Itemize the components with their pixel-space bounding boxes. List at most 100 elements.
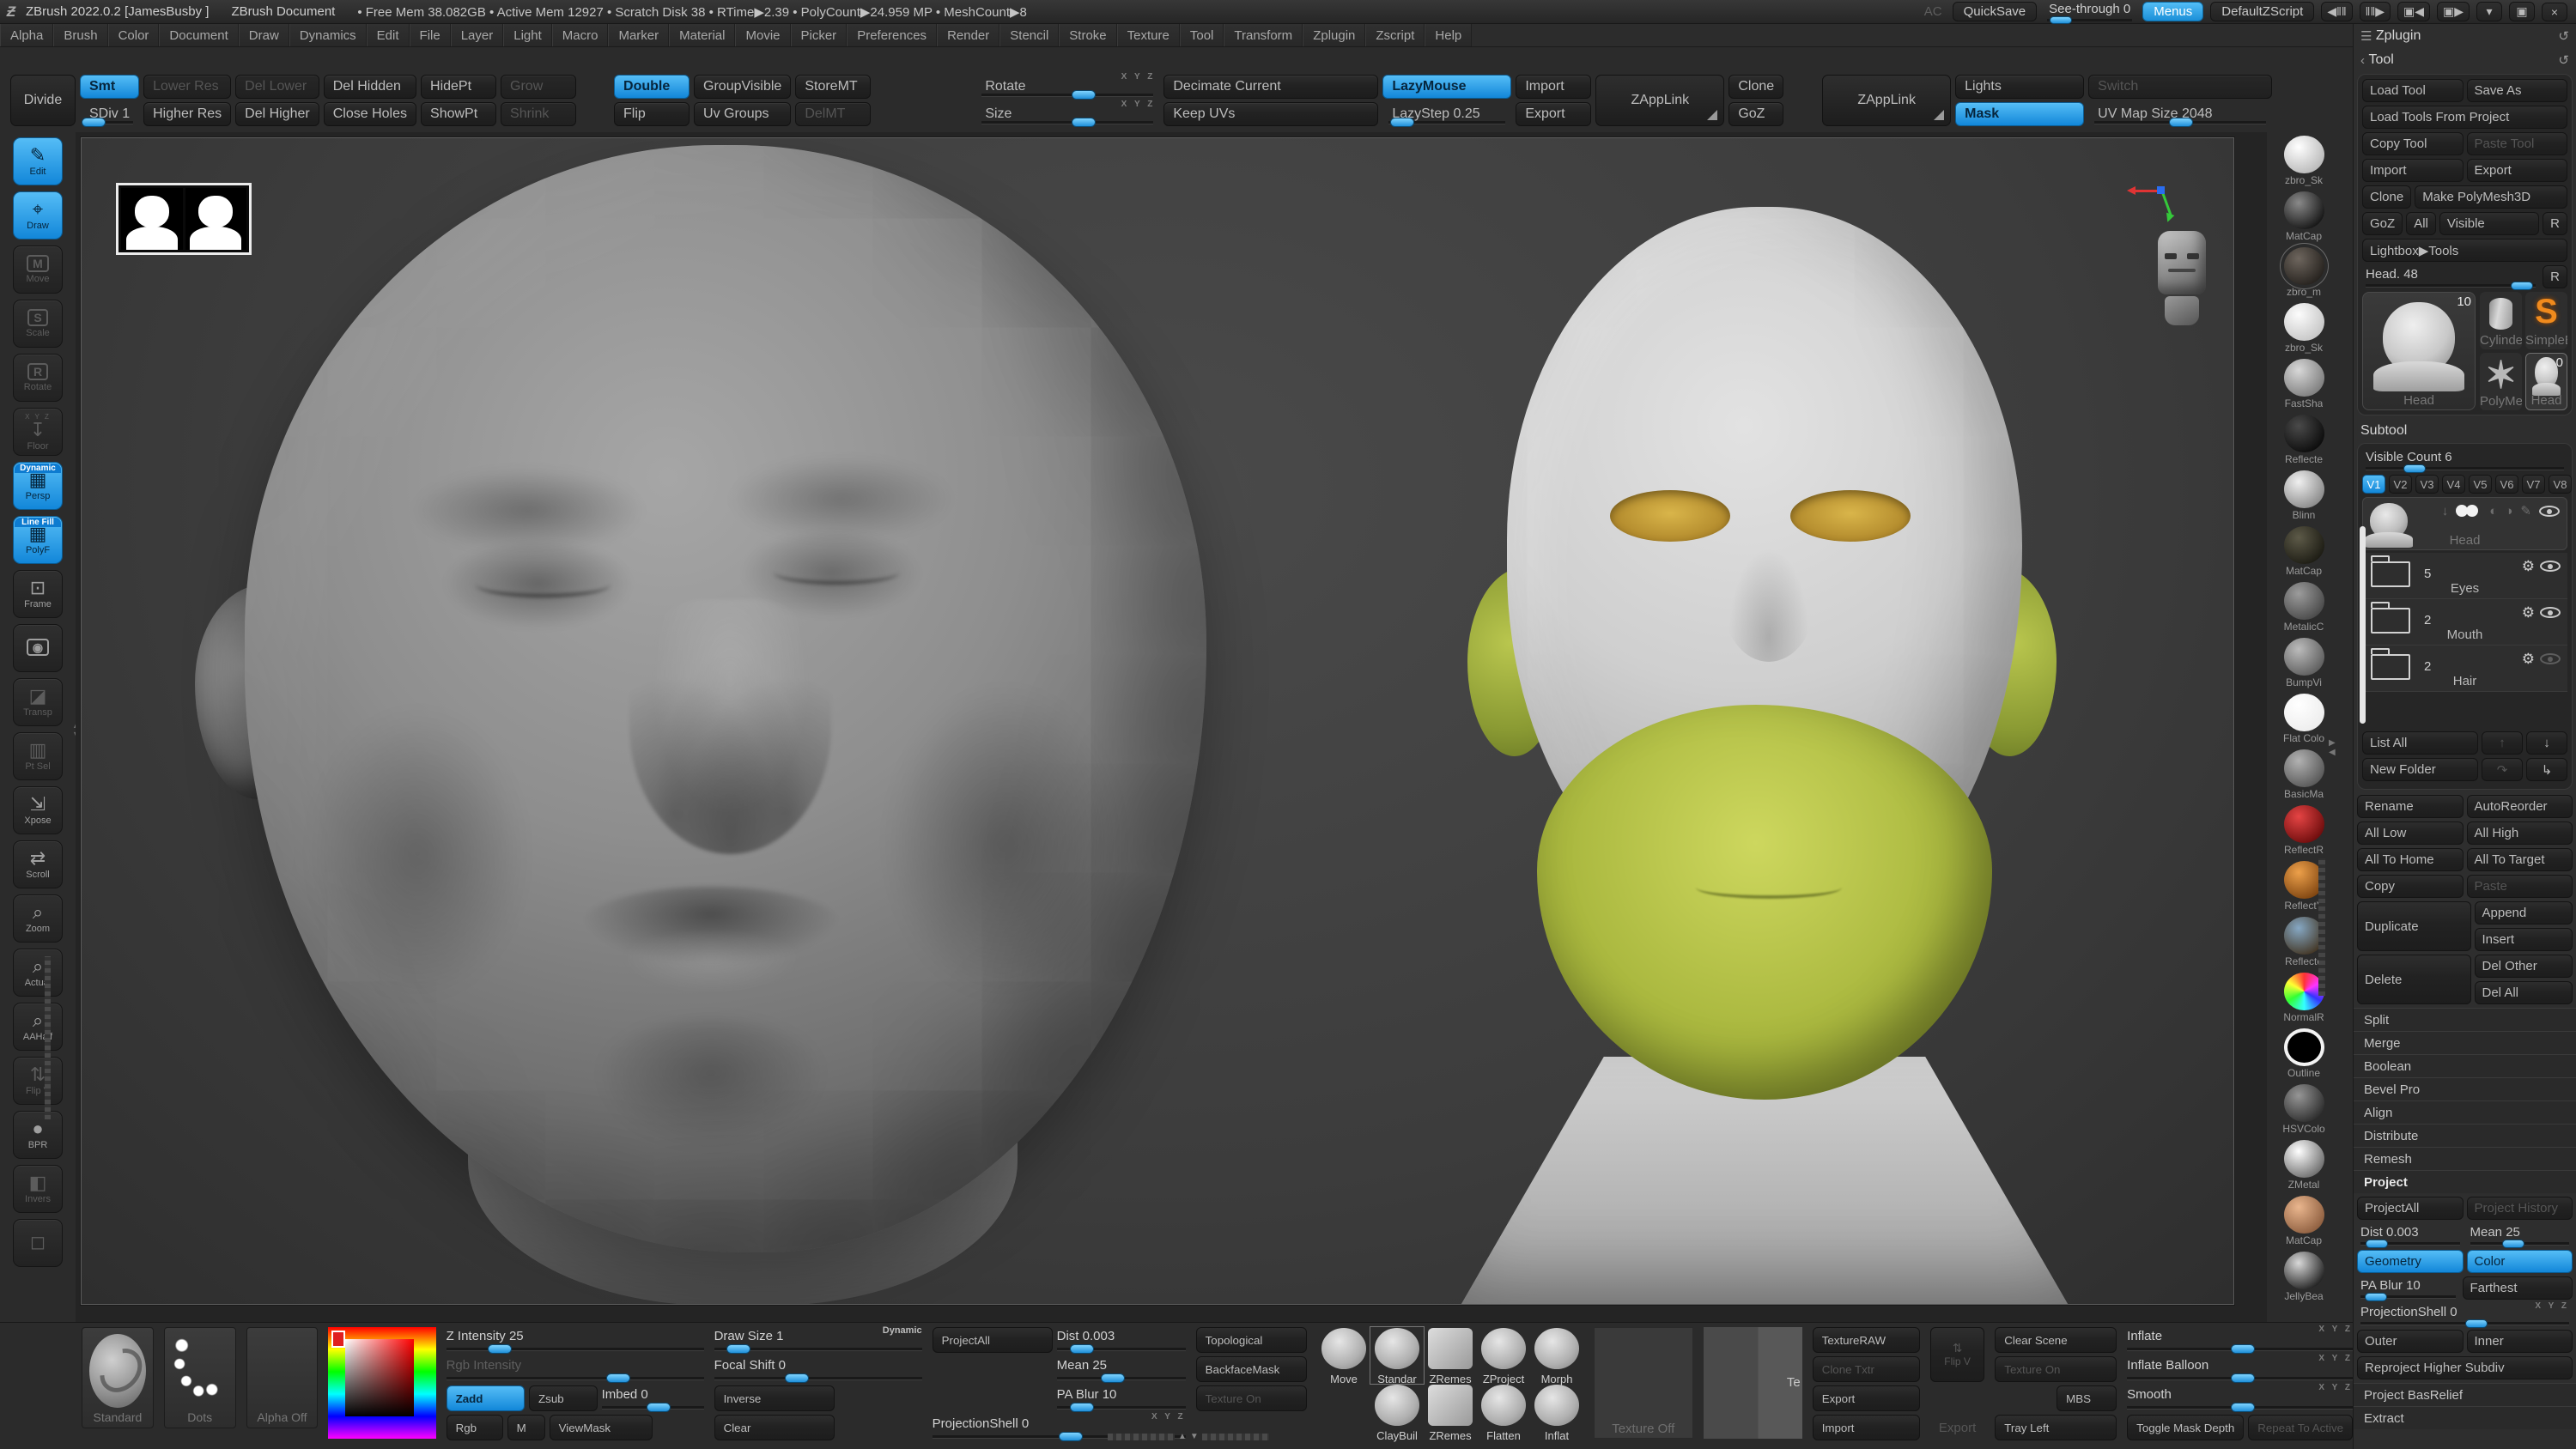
alpha-thumb[interactable]: Alpha Off xyxy=(246,1327,319,1428)
draw-button[interactable]: ⌖ Draw xyxy=(13,191,63,239)
material-matcap-1[interactable]: MatCap xyxy=(2270,191,2337,247)
current-brush-thumb[interactable]: Standard xyxy=(82,1327,154,1428)
brush-zproject[interactable]: ZProject xyxy=(1477,1327,1530,1384)
vtab-v8[interactable]: V8 xyxy=(2549,475,2572,494)
shelf-button-bottom[interactable]: Keep UVs xyxy=(1163,102,1378,126)
brush-move[interactable]: Move xyxy=(1317,1327,1370,1384)
tool-thumb-polymesh-star[interactable]: ✶ PolyMes xyxy=(2480,353,2522,410)
visible-count-slider[interactable]: Visible Count 6 xyxy=(2362,448,2567,471)
edit-button[interactable]: ✎ Edit xyxy=(13,137,63,185)
head-r-button[interactable]: R xyxy=(2543,265,2567,288)
menu-item[interactable]: Alpha xyxy=(0,24,53,46)
save-as-button[interactable]: Save As xyxy=(2467,79,2568,102)
move-out-icon[interactable]: ↷ xyxy=(2482,758,2523,781)
menu-item[interactable]: Texture xyxy=(1117,24,1180,46)
del-all-button[interactable]: Del All xyxy=(2475,981,2573,1004)
topological-button[interactable]: Topological xyxy=(1196,1327,1307,1353)
menu-item[interactable]: Help xyxy=(1425,24,1472,46)
menu-item[interactable]: Layer xyxy=(451,24,504,46)
shelf-button-bottom[interactable]: Export xyxy=(1516,102,1591,126)
texture-off-panel[interactable]: Texture Off xyxy=(1594,1327,1693,1439)
move-into-folder-icon[interactable]: ↳ xyxy=(2526,758,2567,781)
flip-v-button[interactable]: ⇅ Flip V xyxy=(1930,1327,1984,1382)
menu-item[interactable]: Stroke xyxy=(1059,24,1116,46)
material-blinn[interactable]: Blinn xyxy=(2270,470,2337,526)
texture-export2-label[interactable]: Export xyxy=(1930,1415,1984,1440)
eye-icon[interactable] xyxy=(2540,653,2561,664)
shelf-button-bottom[interactable]: Uv Groups xyxy=(694,102,791,126)
outer-button[interactable]: Outer xyxy=(2357,1330,2464,1353)
texture-import-button[interactable]: Import xyxy=(1813,1415,1920,1440)
goz-tool-button[interactable]: GoZ xyxy=(2362,212,2403,235)
insert-button[interactable]: Insert xyxy=(2475,928,2573,951)
menu-item[interactable]: Edit xyxy=(367,24,410,46)
backfacemask-button[interactable]: BackfaceMask xyxy=(1196,1356,1307,1382)
shelf-button-top[interactable]: Lights xyxy=(1955,75,2084,99)
saturation-square[interactable] xyxy=(345,1339,413,1416)
menu-item[interactable]: File xyxy=(410,24,451,46)
subtool-scrollbar[interactable] xyxy=(2360,526,2366,724)
shelf-button-top[interactable]: Lower Res xyxy=(143,75,231,99)
import-button[interactable]: Import xyxy=(2362,159,2464,182)
paste-subtool-button[interactable]: Paste xyxy=(2467,875,2573,898)
material-hsvcolorize[interactable]: HSVColo xyxy=(2270,1084,2337,1140)
vtab-v1[interactable]: V1 xyxy=(2362,475,2385,494)
uv-icon[interactable]: ◐ xyxy=(2489,504,2497,518)
shelf-button-bottom[interactable]: SDiv 1 xyxy=(80,102,139,126)
shelf-button-top[interactable]: Del Hidden xyxy=(324,75,416,99)
viewmask-button[interactable]: ViewMask xyxy=(550,1415,653,1440)
dist-slider-bottom[interactable]: Dist 0.003 xyxy=(1057,1327,1186,1353)
close-button[interactable]: × xyxy=(2542,3,2567,21)
floor-button[interactable]: X Y Z ↧ Floor xyxy=(13,408,63,456)
brush-flatten[interactable]: Flatten xyxy=(1477,1384,1530,1440)
material-reflectr[interactable]: ReflectR xyxy=(2270,805,2337,861)
duplicate-button[interactable]: Duplicate xyxy=(2357,901,2471,951)
material-zbro-mc[interactable]: zbro_m xyxy=(2270,247,2337,303)
project-basrelief-header[interactable]: Project BasRelief xyxy=(2354,1383,2576,1406)
vtab-v4[interactable]: V4 xyxy=(2442,475,2465,494)
farthest-button[interactable]: Farthest xyxy=(2463,1276,2573,1300)
material-outline[interactable]: Outline xyxy=(2270,1028,2337,1084)
shelf-button-bottom[interactable]: UV Map Size 2048 xyxy=(2088,102,2272,126)
project-geometry-toggle[interactable]: Geometry xyxy=(2357,1250,2464,1273)
project-section-header[interactable]: Project xyxy=(2354,1170,2576,1193)
shelf-button-bottom[interactable]: Flip xyxy=(614,102,690,126)
material-flatcolor[interactable]: Flat Colo xyxy=(2270,694,2337,749)
palette-left-icon[interactable]: ▣◀ xyxy=(2397,2,2430,21)
tool-thumb-simplebrush[interactable]: S SimpleB xyxy=(2525,292,2567,349)
load-tools-from-project-button[interactable]: Load Tools From Project xyxy=(2362,106,2567,129)
zapplink-button[interactable]: ZAppLink xyxy=(1595,75,1724,126)
collapsed-section-header[interactable]: Bevel Pro xyxy=(2354,1077,2576,1100)
menu-item[interactable]: Marker xyxy=(608,24,669,46)
shelf-button-top[interactable]: Switch xyxy=(2088,75,2272,99)
vtab-v6[interactable]: V6 xyxy=(2495,475,2518,494)
shelf-button-top[interactable]: Grow xyxy=(501,75,576,99)
menu-item[interactable]: Movie xyxy=(735,24,790,46)
eye-icon[interactable] xyxy=(2540,561,2561,572)
mean-slider-bottom[interactable]: Mean 25 xyxy=(1057,1356,1186,1382)
eye-icon[interactable] xyxy=(2540,607,2561,618)
persp-button[interactable]: Dynamic ▦ Persp xyxy=(13,462,63,510)
zoom-button[interactable]: ⌕ Zoom xyxy=(13,894,63,943)
inflate-slider[interactable]: Inflate X Y Z xyxy=(2127,1327,2353,1353)
canvas-h-scrollbar[interactable]: ▲▼ xyxy=(1108,1432,1269,1441)
autoreorder-button[interactable]: AutoReorder xyxy=(2467,795,2573,818)
move-button[interactable]: M Move xyxy=(13,246,63,294)
bpr-button[interactable]: ● BPR xyxy=(13,1111,63,1159)
zsub-toggle[interactable]: Zsub xyxy=(529,1385,598,1411)
localsym-button[interactable]: ◻ xyxy=(13,1219,63,1267)
clear-scene-button[interactable]: Clear Scene xyxy=(1995,1327,2117,1353)
vtab-v2[interactable]: V2 xyxy=(2389,475,2412,494)
all-high-button[interactable]: All High xyxy=(2467,822,2573,845)
color-picker[interactable] xyxy=(328,1327,435,1439)
zapplink-projection-button[interactable]: ZAppLink xyxy=(1822,75,1951,126)
menus-button[interactable]: Menus xyxy=(2142,2,2203,21)
shelf-button-bottom[interactable]: Size X Y Z xyxy=(975,102,1159,126)
export-button[interactable]: Export xyxy=(2467,159,2568,182)
actual-button[interactable]: ⌕ Actual xyxy=(13,949,63,997)
inner-button[interactable]: Inner xyxy=(2467,1330,2573,1353)
polyframe-button[interactable]: Line Fill ▦ PolyF xyxy=(13,516,63,564)
shelf-button-top[interactable]: Smt xyxy=(80,75,139,99)
lightbox-tools-button[interactable]: Lightbox▶Tools xyxy=(2362,239,2567,262)
palette-right-icon[interactable]: ▣▶ xyxy=(2437,2,2470,21)
